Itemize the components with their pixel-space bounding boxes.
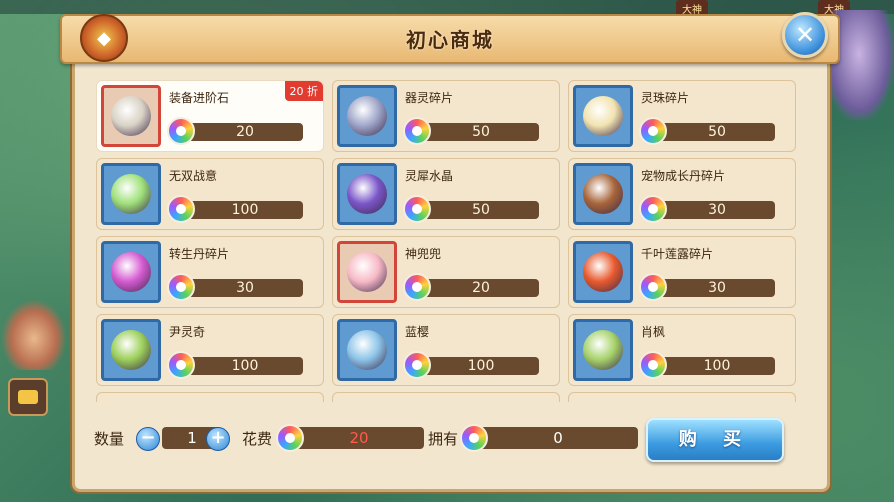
item-icon — [583, 330, 623, 370]
item-name: 器灵碎片 — [405, 91, 454, 105]
item-icon — [347, 252, 387, 292]
item-icon — [111, 96, 151, 136]
item-icon — [583, 174, 623, 214]
shop-title: 初心商城 — [406, 28, 494, 52]
item-thumbnail — [573, 163, 633, 225]
item-thumbnail — [573, 85, 633, 147]
currency-icon — [403, 195, 431, 223]
item-price: 100 — [423, 357, 539, 375]
minus-icon: − — [140, 427, 156, 448]
shop-item-card-partial[interactable] — [332, 392, 560, 402]
shop-item-card[interactable]: 蓝樱 100 — [332, 314, 560, 386]
shop-item-card-partial[interactable] — [96, 392, 324, 402]
item-grid: 装备进阶石 20 折 20 器灵碎片 50 灵珠碎片 50 无双战意 100 灵犀水晶 50 宠物成长… — [96, 80, 808, 402]
shop-item-card[interactable]: 器灵碎片 50 — [332, 80, 560, 152]
quantity-increase-button[interactable]: + — [206, 427, 230, 451]
shop-item-card[interactable]: 肖枫 100 — [568, 314, 796, 386]
buy-button[interactable]: 购 买 — [646, 418, 784, 462]
item-price: 50 — [423, 201, 539, 219]
item-icon — [111, 252, 151, 292]
owned-label: 拥有 — [428, 430, 459, 448]
item-price: 100 — [659, 357, 775, 375]
item-price: 50 — [659, 123, 775, 141]
currency-icon — [403, 273, 431, 301]
item-thumbnail — [101, 163, 161, 225]
plus-icon: + — [210, 427, 226, 448]
shop-item-card[interactable]: 宠物成长丹碎片 30 — [568, 158, 796, 230]
item-name: 灵珠碎片 — [641, 91, 690, 105]
item-icon — [583, 96, 623, 136]
item-thumbnail — [337, 241, 397, 303]
shop-item-card[interactable]: 无双战意 100 — [96, 158, 324, 230]
currency-icon — [403, 117, 431, 145]
item-icon — [347, 96, 387, 136]
item-name: 千叶莲露碎片 — [641, 247, 714, 261]
shop-emblem-icon: ◆ — [80, 14, 128, 62]
item-name: 无双战意 — [169, 169, 218, 183]
top-hud-strip — [0, 0, 894, 14]
shop-item-card[interactable]: 灵犀水晶 50 — [332, 158, 560, 230]
cost-currency-icon — [276, 424, 304, 452]
item-price: 100 — [187, 357, 303, 375]
currency-icon — [639, 195, 667, 223]
item-name: 转生丹碎片 — [169, 247, 230, 261]
item-price: 20 — [187, 123, 303, 141]
item-icon — [347, 174, 387, 214]
item-name: 肖枫 — [641, 325, 666, 339]
item-thumbnail — [337, 163, 397, 225]
close-button[interactable]: ✕ — [782, 12, 828, 58]
owned-value: 0 — [478, 427, 638, 449]
currency-icon — [167, 195, 195, 223]
discount-badge: 20 折 — [284, 81, 323, 101]
item-icon — [111, 174, 151, 214]
quantity-label: 数量 — [94, 430, 125, 448]
shop-item-card[interactable]: 转生丹碎片 30 — [96, 236, 324, 308]
item-price: 30 — [659, 201, 775, 219]
shop-item-card[interactable]: 灵珠碎片 50 — [568, 80, 796, 152]
item-name: 神兜兜 — [405, 247, 442, 261]
item-name: 宠物成长丹碎片 — [641, 169, 726, 183]
item-price: 20 — [423, 279, 539, 297]
item-price: 100 — [187, 201, 303, 219]
quantity-decrease-button[interactable]: − — [136, 427, 160, 451]
item-thumbnail — [337, 85, 397, 147]
cost-label: 花费 — [242, 430, 273, 448]
shop-title-bar: 初心商城 — [60, 14, 840, 64]
item-icon — [583, 252, 623, 292]
purchase-bar: 数量 − 1 + 花费 20 拥有 0 购 买 — [80, 408, 816, 474]
shop-item-card[interactable]: 装备进阶石 20 折 20 — [96, 80, 324, 152]
item-price: 50 — [423, 123, 539, 141]
item-thumbnail — [101, 85, 161, 147]
currency-icon — [167, 273, 195, 301]
item-price: 30 — [659, 279, 775, 297]
cost-value: 20 — [294, 427, 424, 449]
currency-icon — [403, 351, 431, 379]
item-icon — [111, 330, 151, 370]
item-thumbnail — [573, 319, 633, 381]
item-thumbnail — [101, 319, 161, 381]
shop-item-card-partial[interactable] — [568, 392, 796, 402]
shop-item-card[interactable]: 神兜兜 20 — [332, 236, 560, 308]
chat-button[interactable] — [8, 378, 48, 416]
item-name: 装备进阶石 — [169, 91, 230, 105]
currency-icon — [639, 117, 667, 145]
currency-icon — [639, 351, 667, 379]
shop-item-card[interactable]: 千叶莲露碎片 30 — [568, 236, 796, 308]
owned-currency-icon — [460, 424, 488, 452]
item-name: 蓝樱 — [405, 325, 430, 339]
item-name: 尹灵奇 — [169, 325, 206, 339]
background-characters — [2, 300, 66, 370]
item-thumbnail — [101, 241, 161, 303]
chat-icon — [18, 390, 38, 404]
item-icon — [347, 330, 387, 370]
close-icon: ✕ — [794, 21, 816, 49]
currency-icon — [167, 351, 195, 379]
item-price: 30 — [187, 279, 303, 297]
currency-icon — [167, 117, 195, 145]
shop-item-card[interactable]: 尹灵奇 100 — [96, 314, 324, 386]
item-thumbnail — [573, 241, 633, 303]
item-thumbnail — [337, 319, 397, 381]
item-name: 灵犀水晶 — [405, 169, 454, 183]
currency-icon — [639, 273, 667, 301]
